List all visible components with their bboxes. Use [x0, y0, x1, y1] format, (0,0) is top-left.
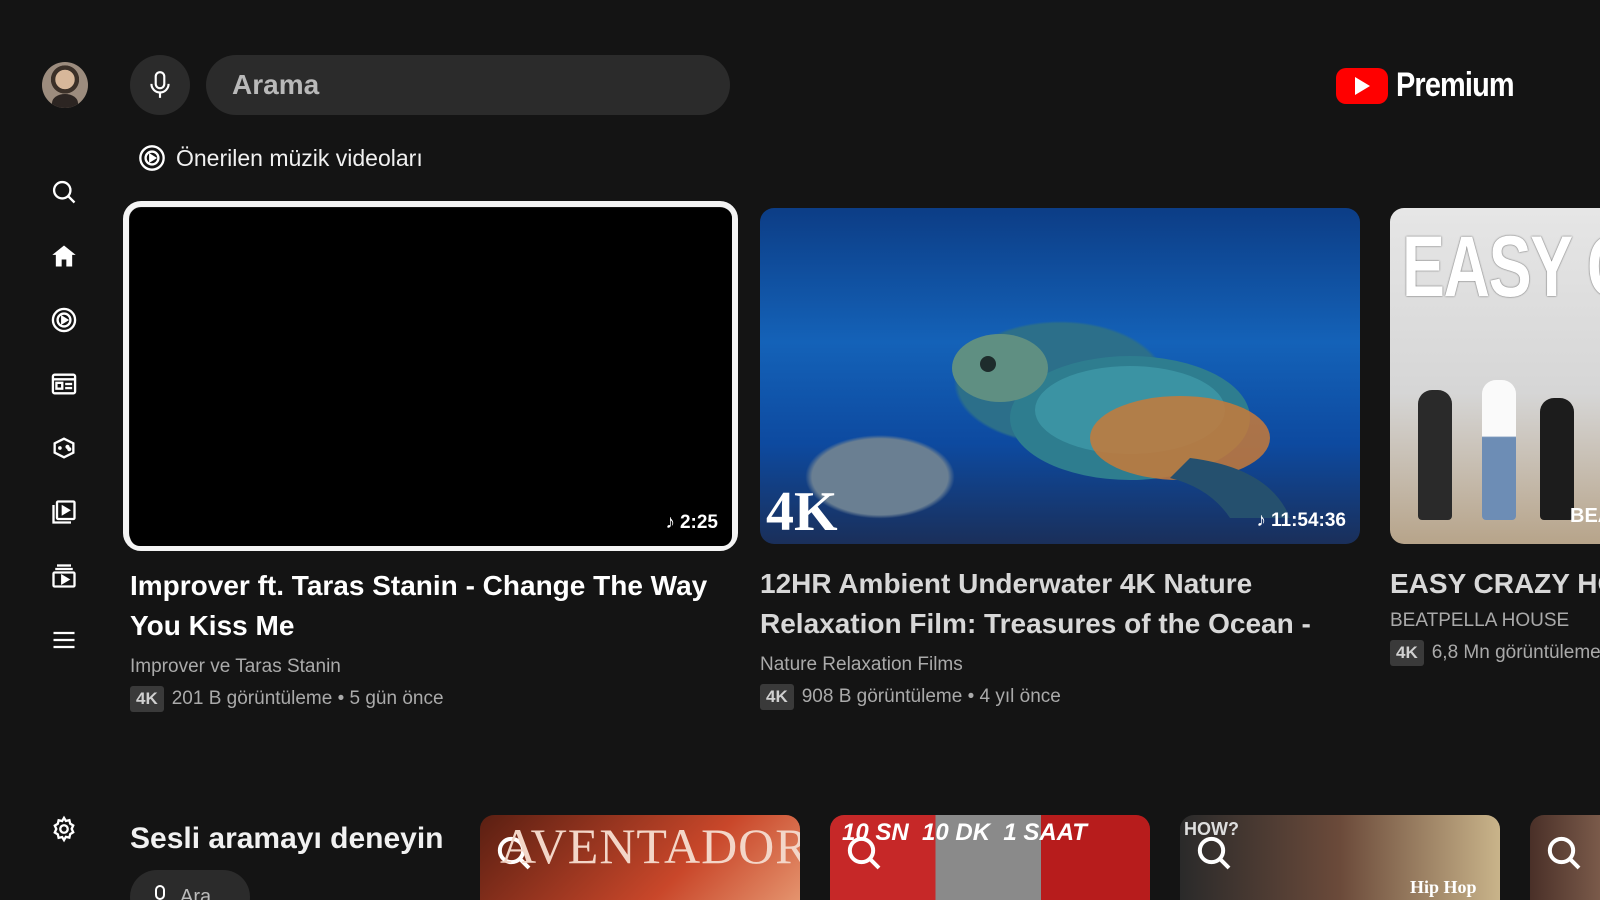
thumbnail-4k-overlay: 4K: [766, 481, 838, 543]
video-card-3[interactable]: EASY C BEAT EASY CRAZY HO BEATPELLA HOUS…: [1390, 208, 1600, 666]
video-thumbnail[interactable]: EASY C BEAT: [1390, 208, 1600, 544]
channel-name: BEATPELLA HOUSE: [1390, 610, 1570, 631]
video-thumbnail[interactable]: 4K ♪ 11:54:36: [760, 208, 1360, 544]
person-figure: [1540, 398, 1574, 520]
person-figure: [1418, 390, 1452, 520]
nav-library-icon[interactable]: [48, 496, 80, 528]
voice-suggestion-tile-3[interactable]: HOW? Hip Hop: [1180, 815, 1500, 900]
thumbnail-corner-text: BEAT: [1570, 505, 1600, 527]
settings-gear-icon[interactable]: [48, 813, 80, 845]
duration-badge: ♪ 11:54:36: [1256, 510, 1346, 531]
quality-badge: 4K: [1390, 640, 1424, 666]
nav-playlist-icon[interactable]: [48, 560, 80, 592]
user-avatar[interactable]: [42, 62, 88, 108]
duration-badge: ♪ 2:25: [665, 512, 718, 533]
tile-subtext: Hip Hop: [1410, 877, 1477, 897]
music-video-icon: [139, 145, 165, 171]
channel-name: Improver ve Taras Stanin: [130, 656, 341, 677]
video-card-2[interactable]: 4K ♪ 11:54:36 12HR Ambient Underwater 4K…: [760, 208, 1360, 710]
nav-menu-icon[interactable]: [48, 624, 80, 656]
channel-name: Nature Relaxation Films: [760, 654, 963, 675]
youtube-premium-logo: Premium: [1336, 66, 1535, 105]
video-meta: 4K 6,8 Mn görüntüleme: [1390, 640, 1600, 666]
nav-shorts-icon[interactable]: [48, 304, 80, 336]
video-stats: 6,8 Mn görüntüleme: [1431, 642, 1600, 663]
nav-subscriptions-icon[interactable]: [48, 368, 80, 400]
music-note-icon: ♪: [665, 512, 675, 533]
voice-suggestion-tile-4[interactable]: [1530, 815, 1600, 900]
search-input[interactable]: Arama: [206, 55, 730, 115]
quality-badge: 4K: [130, 686, 164, 712]
video-thumbnail[interactable]: ♪ 2:25: [130, 208, 732, 546]
microphone-icon: [155, 885, 165, 900]
video-title: EASY CRAZY HO: [1390, 568, 1600, 599]
voice-suggestion-tile-1[interactable]: AVENTADOR: [480, 815, 800, 900]
thumbnail-text-overlay: EASY C: [1402, 219, 1600, 315]
turtle-illustration: [952, 334, 1290, 518]
video-meta: 4K 201 B görüntüleme • 5 gün önce: [130, 686, 732, 712]
voice-search-title: Sesli aramayı deneyin: [130, 822, 444, 855]
video-meta: 4K 908 B görüntüleme • 4 yıl önce: [760, 684, 1360, 710]
voice-pill-label: Ara: [180, 885, 212, 900]
search-placeholder: Arama: [232, 69, 320, 100]
voice-suggestion-tile-2[interactable]: 10 SN 10 DK 1 SAAT: [830, 815, 1150, 900]
nav-search-icon[interactable]: [48, 176, 80, 208]
search-icon: [1547, 836, 1581, 870]
voice-search-button[interactable]: [130, 55, 190, 115]
sidebar: [0, 0, 128, 900]
video-stats: 201 B görüntüleme • 5 gün önce: [171, 688, 444, 709]
video-title: 12HR Ambient Underwater 4K Nature Relaxa…: [760, 568, 1311, 639]
video-stats: 908 B görüntüleme • 4 yıl önce: [801, 686, 1061, 707]
microphone-icon: [150, 71, 170, 98]
section-title: Önerilen müzik videoları: [176, 144, 423, 171]
nav-home-icon[interactable]: [48, 240, 80, 272]
person-figure: [1482, 380, 1516, 520]
quality-badge: 4K: [760, 684, 794, 710]
section-header: Önerilen müzik videoları: [138, 144, 423, 172]
tile-text: 10 SN 10 DK 1 SAAT: [842, 819, 1087, 846]
tile-text: HOW?: [1184, 819, 1239, 839]
voice-search-pill-button[interactable]: Ara: [130, 870, 250, 900]
nav-gaming-icon[interactable]: [48, 432, 80, 464]
tile-text: AVENTADOR: [500, 818, 800, 874]
video-title: Improver ft. Taras Stanin - Change The W…: [130, 570, 708, 641]
video-card-1[interactable]: ♪ 2:25 Improver ft. Taras Stanin - Chang…: [130, 208, 732, 712]
premium-label: Premium: [1396, 66, 1515, 104]
youtube-play-icon: [1336, 67, 1388, 104]
music-note-icon: ♪: [1256, 510, 1266, 531]
